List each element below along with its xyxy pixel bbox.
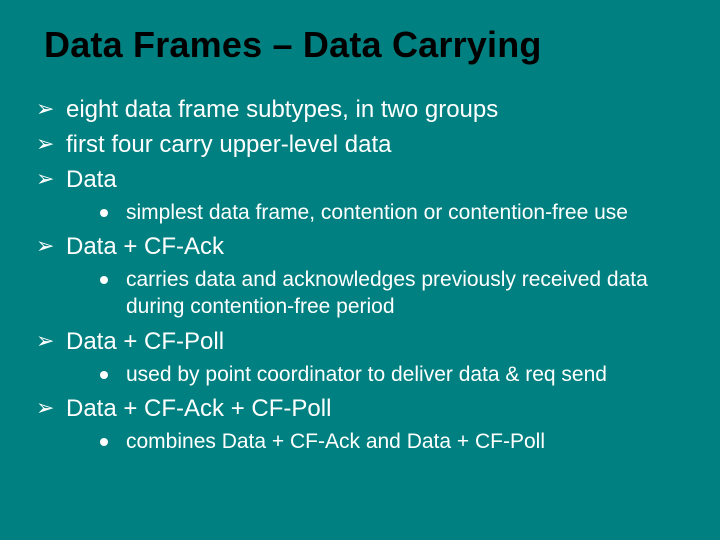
list-item-text: Data <box>66 166 117 193</box>
sub-list-item-text: combines Data + CF-Ack and Data + CF-Pol… <box>126 430 545 453</box>
sub-list-item-text: simplest data frame, contention or conte… <box>126 201 628 224</box>
slide: Data Frames – Data Carrying eight data f… <box>0 0 720 540</box>
list-item: Data + CF-Ack + CF-Poll combines Data + … <box>36 394 690 456</box>
sub-list: used by point coordinator to deliver dat… <box>100 362 690 389</box>
list-item-text: first four carry upper-level data <box>66 131 391 158</box>
list-item-text: Data + CF-Ack + CF-Poll <box>66 395 331 422</box>
list-item: first four carry upper-level data <box>36 130 690 161</box>
list-item-text: Data + CF-Poll <box>66 328 224 355</box>
sub-list-item: combines Data + CF-Ack and Data + CF-Pol… <box>100 429 690 456</box>
sub-list-item: simplest data frame, contention or conte… <box>100 200 690 227</box>
slide-title: Data Frames – Data Carrying <box>44 24 690 65</box>
list-item-text: eight data frame subtypes, in two groups <box>66 96 498 123</box>
bullet-list: eight data frame subtypes, in two groups… <box>36 95 690 456</box>
list-item: Data + CF-Poll used by point coordinator… <box>36 327 690 389</box>
sub-list: simplest data frame, contention or conte… <box>100 200 690 227</box>
sub-list-item-text: used by point coordinator to deliver dat… <box>126 363 607 386</box>
list-item: Data simplest data frame, contention or … <box>36 165 690 227</box>
list-item: Data + CF-Ack carries data and acknowled… <box>36 232 690 320</box>
list-item-text: Data + CF-Ack <box>66 233 224 260</box>
sub-list: carries data and acknowledges previously… <box>100 267 690 321</box>
sub-list: combines Data + CF-Ack and Data + CF-Pol… <box>100 429 690 456</box>
list-item: eight data frame subtypes, in two groups <box>36 95 690 126</box>
sub-list-item: carries data and acknowledges previously… <box>100 267 690 321</box>
sub-list-item: used by point coordinator to deliver dat… <box>100 362 690 389</box>
sub-list-item-text: carries data and acknowledges previously… <box>126 268 648 318</box>
